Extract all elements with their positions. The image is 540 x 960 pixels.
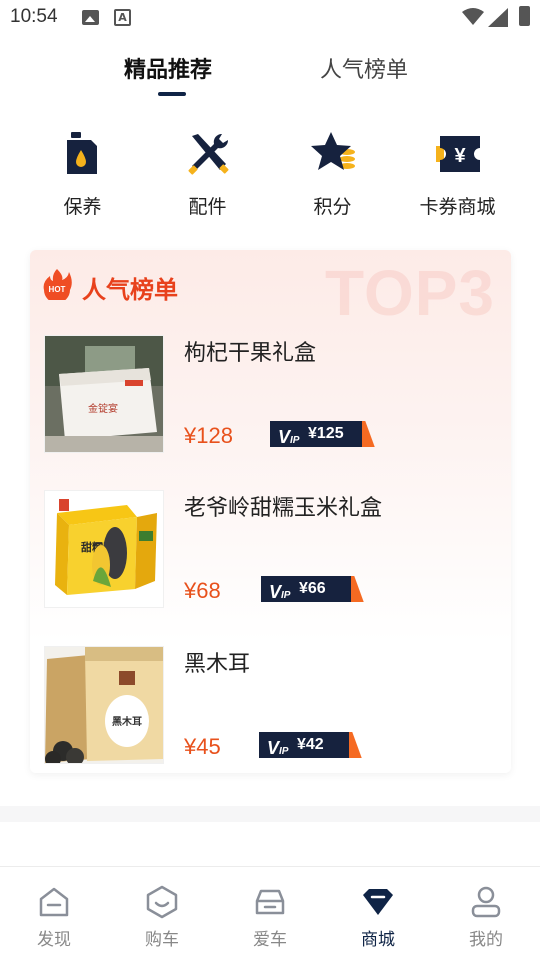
nav-mall[interactable]: 商城: [324, 867, 432, 960]
category-label: 保养: [63, 196, 102, 218]
yen-ticket-icon: ¥: [435, 136, 480, 172]
vip-price: ¥66: [299, 580, 326, 597]
nav-discover[interactable]: 发现: [0, 867, 108, 960]
buy-car-icon: [146, 885, 178, 919]
category-points[interactable]: 积分: [270, 126, 395, 226]
product-item[interactable]: 甜糯玉米 老爷岭甜糯玉米礼盒 ¥68 VIP ¥66: [44, 490, 504, 610]
nav-label: 爱车: [253, 930, 287, 950]
product-price: ¥68: [184, 578, 221, 603]
nav-buy-car[interactable]: 购车: [108, 867, 216, 960]
vip-price: ¥125: [308, 425, 344, 442]
product-image-goji-gift-box[interactable]: 金锭宴: [44, 335, 164, 453]
product-name: 黑木耳: [184, 652, 251, 677]
text-notification-icon: A: [114, 9, 131, 26]
tab-featured[interactable]: 精品推荐: [124, 52, 212, 84]
category-row: 保养 配件 积分 ¥ 卡券商城: [20, 126, 520, 226]
vip-price: ¥42: [297, 736, 324, 753]
tab-indicator: [158, 92, 186, 96]
status-bar: 10:54 A: [0, 0, 540, 36]
wifi-icon: [462, 8, 484, 25]
nav-my-car[interactable]: 爱车: [216, 867, 324, 960]
top3-watermark: TOP3: [325, 257, 495, 329]
category-voucher-mall[interactable]: ¥ 卡券商城: [395, 126, 520, 226]
vip-badge-body: VIP ¥125: [270, 421, 362, 447]
nav-label: 购车: [145, 930, 179, 950]
product-image-corn-gift-box[interactable]: 甜糯玉米: [44, 490, 164, 608]
vip-mark-icon: VIP: [267, 738, 289, 758]
popular-ranking-card: TOP3 HOT 人气榜单 金锭宴 枸杞干果礼盒 ¥128 VIP ¥125 老…: [30, 250, 511, 773]
hot-flame-icon: HOT: [43, 269, 72, 300]
nav-profile[interactable]: 我的: [432, 867, 540, 960]
discover-icon: [39, 887, 69, 917]
svg-text:黑木耳: 黑木耳: [112, 715, 142, 728]
tools-icon: [187, 133, 229, 175]
status-time: 10:54: [10, 6, 58, 27]
product-name: 老爷岭甜糯玉米礼盒: [184, 496, 383, 521]
product-item[interactable]: 金锭宴 枸杞干果礼盒 ¥128 VIP ¥125: [44, 335, 504, 455]
section-divider: [0, 806, 540, 822]
svg-text:金锭宴: 金锭宴: [88, 402, 118, 415]
vip-mark-icon: VIP: [278, 427, 300, 447]
product-price: ¥45: [184, 734, 221, 759]
nav-label: 商城: [361, 930, 395, 950]
my-car-icon: [255, 889, 285, 915]
vip-badge-body: VIP ¥66: [261, 576, 351, 602]
nav-label: 我的: [469, 930, 503, 950]
category-parts[interactable]: 配件: [145, 126, 270, 226]
category-label: 积分: [313, 196, 352, 218]
category-maintenance[interactable]: 保养: [20, 126, 145, 226]
tab-popular-ranking[interactable]: 人气榜单: [320, 52, 408, 84]
signal-icon: [488, 8, 508, 27]
category-label: 配件: [188, 196, 227, 218]
product-price: ¥128: [184, 423, 233, 448]
oil-can-icon: [66, 132, 97, 174]
svg-text:¥: ¥: [454, 145, 466, 167]
hot-badge-text: HOT: [49, 285, 66, 294]
product-name: 枸杞干果礼盒: [184, 341, 317, 366]
top-tabs: 精品推荐 人气榜单: [0, 44, 540, 100]
bottom-nav: 发现 购车 爱车 商城 我的: [0, 866, 540, 960]
category-label: 卡券商城: [419, 196, 496, 218]
vip-mark-icon: VIP: [269, 582, 291, 602]
profile-icon: [471, 886, 501, 918]
ranking-title: 人气榜单: [82, 276, 178, 304]
gallery-notification-icon: [82, 10, 99, 25]
mall-icon: [363, 889, 393, 915]
product-item[interactable]: 黑木耳 黑木耳 ¥45 VIP ¥42: [44, 646, 504, 766]
product-image-black-fungus[interactable]: 黑木耳: [44, 646, 164, 764]
nav-label: 发现: [37, 930, 71, 950]
battery-icon: [519, 6, 530, 26]
star-coins-icon: [310, 132, 355, 170]
vip-badge-body: VIP ¥42: [259, 732, 349, 758]
